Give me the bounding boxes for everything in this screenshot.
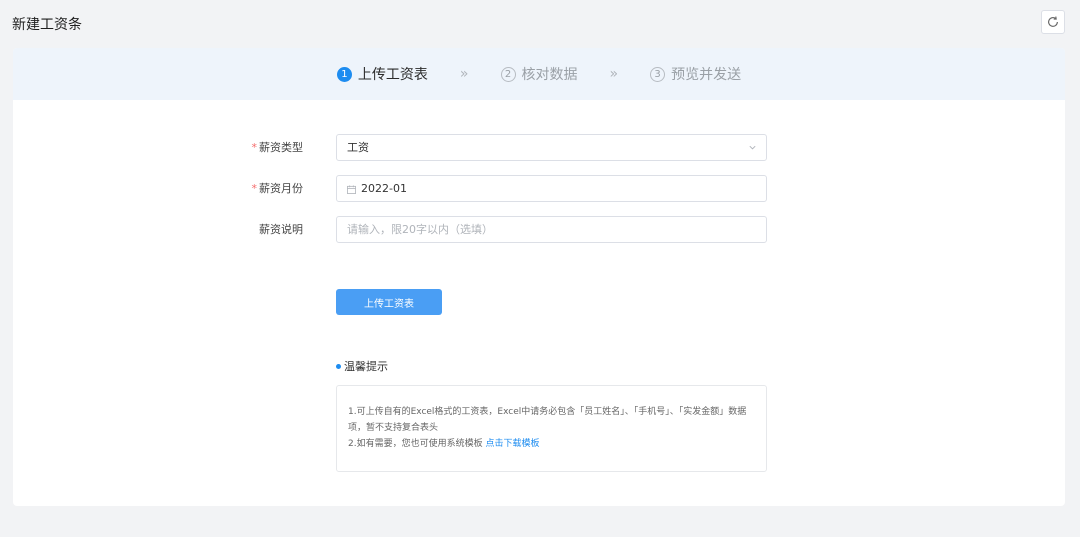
page-title: 新建工资条 xyxy=(12,17,82,33)
refresh-button[interactable] xyxy=(1041,10,1065,34)
tip-line-1: 1.可上传自有的Excel格式的工资表，Excel中请务必包含「员工姓名」、「手… xyxy=(348,407,747,433)
month-picker[interactable]: 2022-01 xyxy=(336,175,767,202)
step-number-2: 2 xyxy=(500,66,516,82)
month-value: 2022-01 xyxy=(361,182,407,195)
main-card: 1 上传工资表 » 2 核对数据 » 3 预览并发送 * 薪资类型 工资 * 薪资月… xyxy=(13,48,1065,506)
desc-label: 薪资说明 xyxy=(259,223,303,236)
month-label: * 薪资月份 xyxy=(251,182,304,195)
upload-salary-button[interactable]: 上传工资表 xyxy=(336,289,442,315)
step-number-1: 1 xyxy=(336,66,352,82)
form-row-type: * 薪资类型 工资 xyxy=(13,134,1065,161)
step-verify: 2 核对数据 xyxy=(500,64,578,84)
tips-title: 温馨提示 xyxy=(336,358,388,374)
step-upload: 1 上传工资表 xyxy=(336,64,428,84)
step-label: 上传工资表 xyxy=(357,67,428,83)
type-label: * 薪资类型 xyxy=(251,141,304,154)
step-label: 预览并发送 xyxy=(671,67,742,83)
steps-bar: 1 上传工资表 » 2 核对数据 » 3 预览并发送 xyxy=(13,48,1065,100)
step-separator: » xyxy=(609,66,619,82)
step-label: 核对数据 xyxy=(521,67,578,83)
tip-line-2: 2.如有需要，您也可使用系统模板 点击下载模板 xyxy=(348,439,540,449)
tips-box: 1.可上传自有的Excel格式的工资表，Excel中请务必包含「员工姓名」、「手… xyxy=(336,385,767,472)
form-row-desc: 薪资说明 请输入，限20字以内（选填） xyxy=(13,216,1065,243)
calendar-icon xyxy=(347,184,356,194)
step-preview-send: 3 预览并发送 xyxy=(650,64,741,84)
chevron-down-icon xyxy=(749,145,756,150)
required-mark: * xyxy=(251,182,258,195)
type-select-value: 工资 xyxy=(347,141,369,154)
bullet-dot-icon xyxy=(336,363,341,369)
step-separator: » xyxy=(459,66,469,82)
refresh-icon xyxy=(1048,16,1058,27)
form-row-month: * 薪资月份 2022-01 xyxy=(13,175,1065,202)
required-mark: * xyxy=(251,141,258,154)
download-template-link[interactable]: 点击下载模板 xyxy=(485,439,539,449)
type-select[interactable]: 工资 xyxy=(336,134,767,161)
desc-input[interactable]: 请输入，限20字以内（选填） xyxy=(336,216,767,243)
step-number-3: 3 xyxy=(650,66,666,82)
